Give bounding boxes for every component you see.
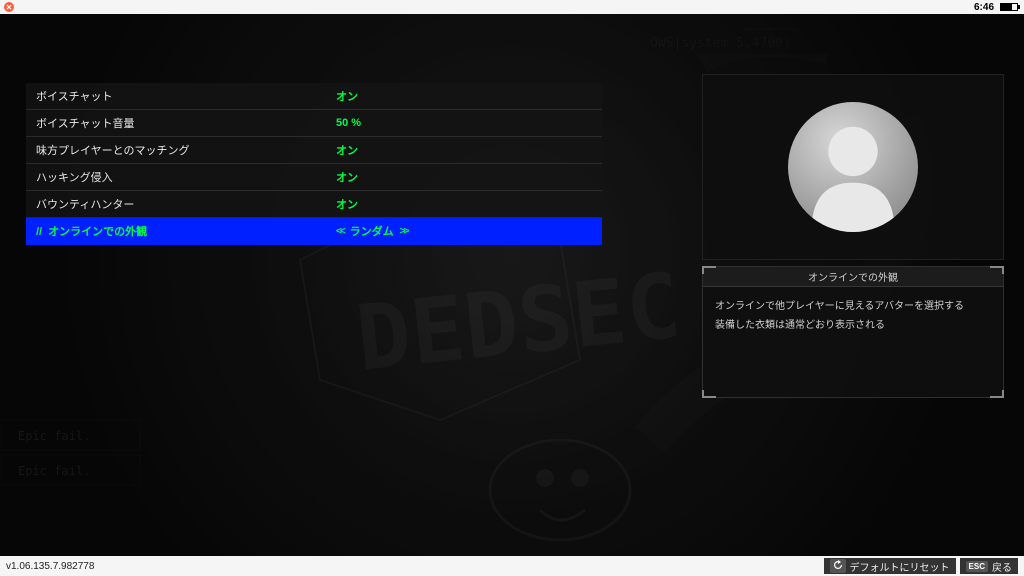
menu-row-label: ボイスチャット <box>26 88 336 104</box>
description-body: オンラインで他プレイヤーに見えるアバターを選択する 装備した衣類は通常どおり表示… <box>703 287 1003 397</box>
menu-row-label: ボイスチャット音量 <box>26 115 336 131</box>
menu-row-1[interactable]: ボイスチャット音量50 % <box>26 110 602 137</box>
menu-row-value: オン <box>336 169 358 185</box>
menu-row-label: ハッキング侵入 <box>26 169 336 185</box>
reset-button-label: デフォルトにリセット <box>850 559 950 574</box>
menu-row-4[interactable]: バウンティハンターオン <box>26 191 602 218</box>
arrow-right-icon[interactable]: >> <box>400 226 408 237</box>
arrow-left-icon[interactable]: << <box>336 226 344 237</box>
menu-row-3[interactable]: ハッキング侵入オン <box>26 164 602 191</box>
back-button-label: 戻る <box>992 559 1012 574</box>
version-text: v1.06.135.7.982778 <box>6 561 94 572</box>
menu-row-value: オン <box>336 88 358 104</box>
right-panel: オンラインでの外観 オンラインで他プレイヤーに見えるアバターを選択する 装備した… <box>702 74 1004 398</box>
menu-row-value: 50 % <box>336 117 361 129</box>
description-box: オンラインでの外観 オンラインで他プレイヤーに見えるアバターを選択する 装備した… <box>702 266 1004 398</box>
svg-text:Epic fail.: Epic fail. <box>18 464 90 478</box>
reset-key-icon <box>830 559 846 573</box>
menu-row-0[interactable]: ボイスチャットオン <box>26 83 602 110</box>
top-status-bar: ✕ 6:46 <box>0 0 1024 14</box>
bottom-bar: v1.06.135.7.982778 デフォルトにリセット ESC 戻る <box>0 556 1024 576</box>
menu-row-5[interactable]: //オンラインでの外観<<ランダム>> <box>26 218 602 245</box>
battery-icon <box>1000 3 1018 11</box>
selection-marker-icon: // <box>36 226 42 238</box>
svg-text:Epic fail.: Epic fail. <box>18 429 90 443</box>
clock: 6:46 <box>974 2 994 13</box>
menu-row-label: //オンラインでの外観 <box>26 223 336 239</box>
description-title: オンラインでの外観 <box>703 267 1003 287</box>
menu-row-value: オン <box>336 142 358 158</box>
avatar-preview <box>702 74 1004 260</box>
menu-row-value: <<ランダム>> <box>336 223 407 239</box>
close-icon[interactable]: ✕ <box>4 2 14 12</box>
back-key-label: ESC <box>966 561 988 572</box>
description-line: 装備した衣類は通常どおり表示される <box>715 316 991 335</box>
description-line: オンラインで他プレイヤーに見えるアバターを選択する <box>715 297 991 316</box>
reset-defaults-button[interactable]: デフォルトにリセット <box>824 558 956 574</box>
back-button[interactable]: ESC 戻る <box>960 558 1018 574</box>
menu-row-value: オン <box>336 196 358 212</box>
menu-row-label: バウンティハンター <box>26 196 336 212</box>
menu-row-2[interactable]: 味方プレイヤーとのマッチングオン <box>26 137 602 164</box>
settings-menu: ボイスチャットオンボイスチャット音量50 %味方プレイヤーとのマッチングオンハッ… <box>26 83 602 245</box>
avatar-placeholder-icon <box>788 102 918 232</box>
svg-text:OWS|system 5.4700): OWS|system 5.4700) <box>650 36 791 51</box>
menu-row-label: 味方プレイヤーとのマッチング <box>26 142 336 158</box>
